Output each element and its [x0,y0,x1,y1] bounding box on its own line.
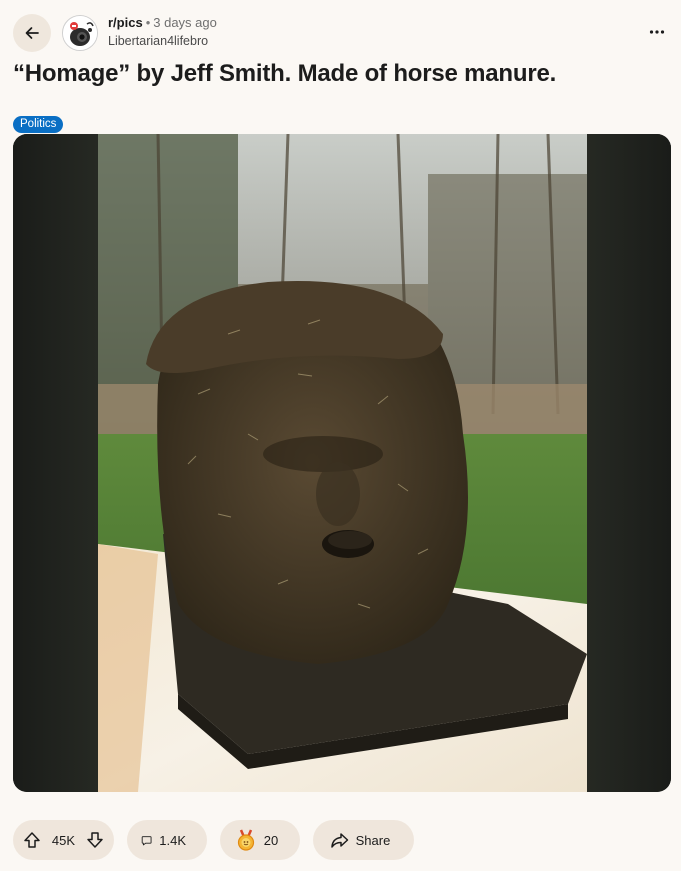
post-action-bar: 45K 1.4K 20 Share [13,820,414,860]
post-header: r/pics • 3 days ago Libertarian4lifebro [0,0,681,60]
post-flair[interactable]: Politics [13,116,64,133]
ellipsis-horizontal-icon [649,30,665,34]
award-medal-icon [237,829,254,851]
post-media[interactable] [13,134,671,792]
meta-separator: • [145,15,151,30]
arrow-left-icon [25,27,39,39]
share-button[interactable]: Share [313,820,414,860]
award-count: 20 [263,832,279,848]
downvote-button[interactable] [86,831,104,849]
upvote-button[interactable] [23,831,41,849]
post-image [98,134,587,792]
camera-mascot-icon [63,16,97,50]
media-blur-left [13,134,98,792]
arrow-down-icon [87,832,103,848]
back-button[interactable] [13,14,51,52]
more-options-button[interactable] [645,20,669,44]
post-title: “Homage” by Jeff Smith. Made of horse ma… [13,60,557,87]
post-meta: r/pics • 3 days ago Libertarian4lifebro [108,14,217,50]
media-blur-right [586,134,671,792]
vote-count: 45K [51,832,76,848]
comment-count: 1.4K [159,832,186,848]
share-label: Share [355,832,391,848]
subreddit-link[interactable]: r/pics [108,15,143,30]
author-link[interactable]: Libertarian4lifebro [108,32,217,50]
comments-button[interactable]: 1.4K [127,820,207,860]
subreddit-avatar[interactable] [62,15,98,51]
share-arrow-icon [330,832,348,848]
speech-bubble-icon [141,835,152,845]
arrow-up-icon [24,832,40,848]
post-time: 3 days ago [153,15,217,30]
vote-control: 45K [13,820,114,860]
award-button[interactable]: 20 [220,820,300,860]
